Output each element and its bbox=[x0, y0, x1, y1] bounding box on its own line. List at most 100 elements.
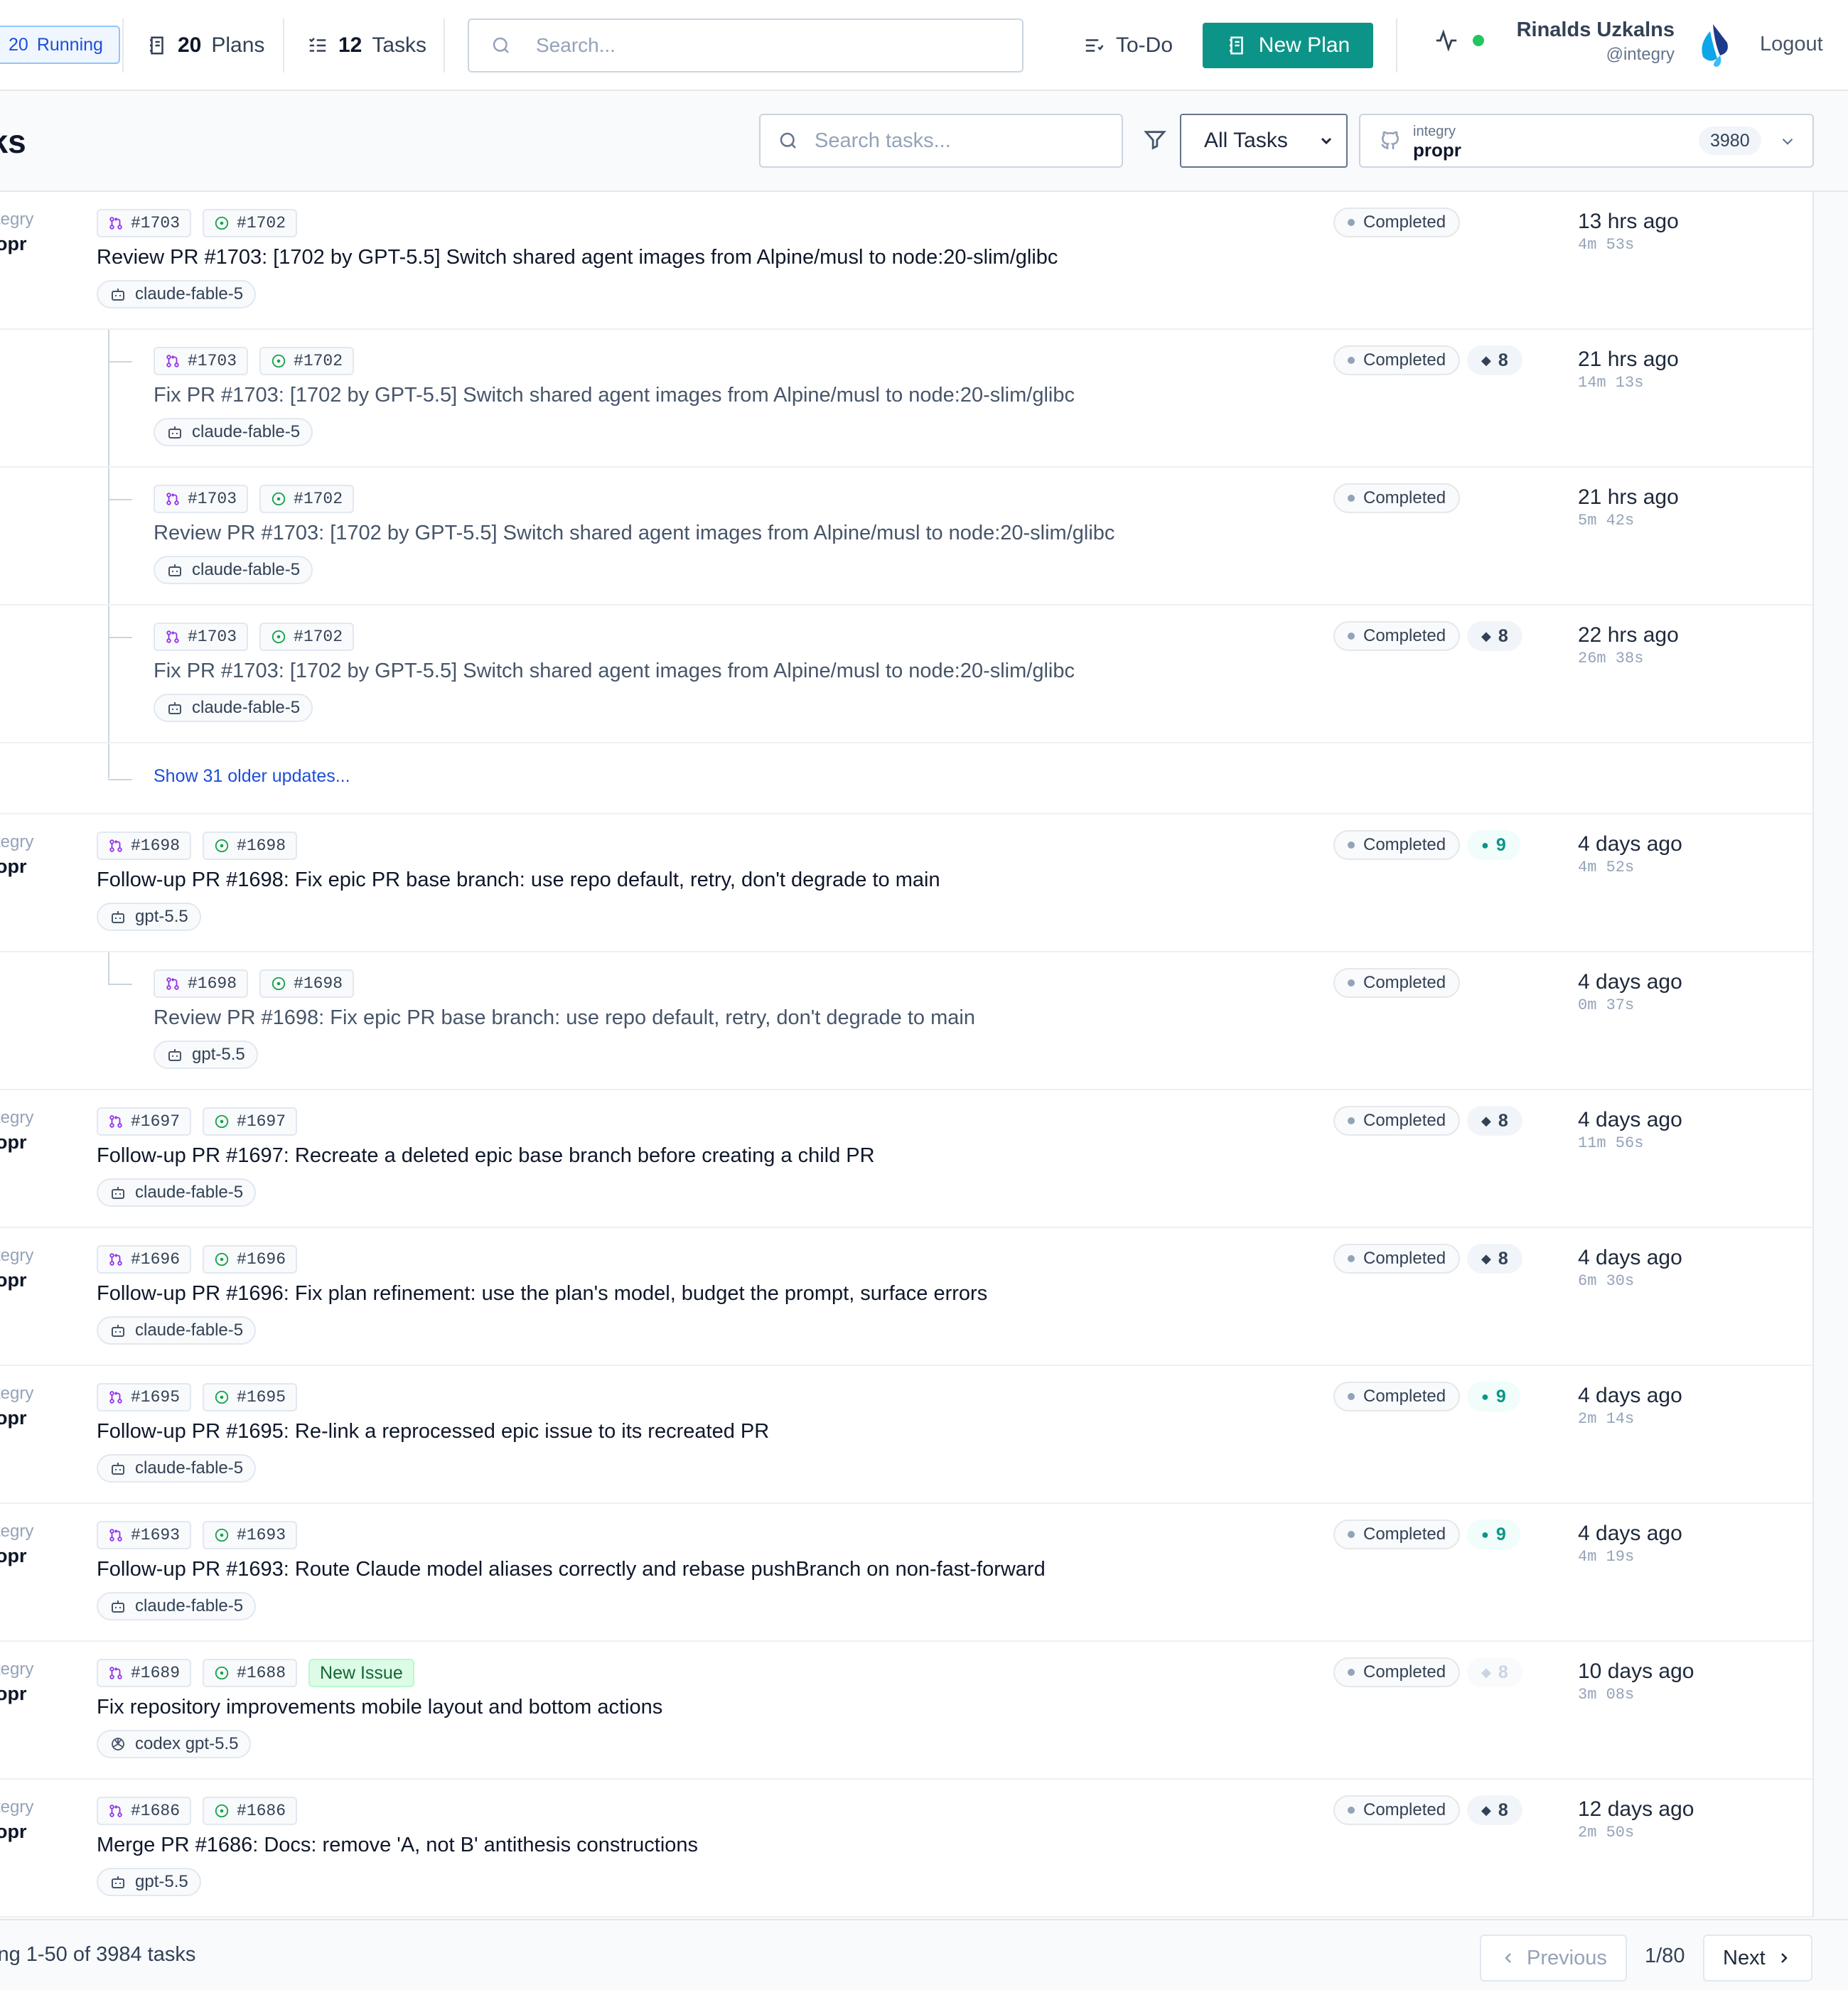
task-row[interactable]: tegry opr #1703 #1702 Review PR #1703: [1702… bbox=[0, 192, 1812, 330]
status-label: Completed bbox=[1363, 350, 1446, 370]
task-row[interactable]: tegry opr #1693 #1693 Follow-up PR #1693: Ro… bbox=[0, 1504, 1812, 1642]
model-name: gpt-5.5 bbox=[192, 1045, 245, 1064]
global-search[interactable] bbox=[468, 18, 1024, 72]
tasks-list-icon bbox=[307, 35, 328, 56]
robot-icon bbox=[109, 1184, 127, 1201]
pr-link-tag[interactable]: #1689 bbox=[97, 1659, 192, 1687]
model-badge: claude-fable-5 bbox=[154, 418, 313, 446]
pr-link-tag[interactable]: #1698 bbox=[154, 969, 249, 998]
task-time: 4 days ago 4m 52s bbox=[1578, 830, 1720, 876]
task-repo: tegry opr bbox=[0, 1657, 33, 1706]
score-diamond-icon: ◆ bbox=[1481, 1802, 1491, 1817]
task-filter-select[interactable]: All Tasks bbox=[1180, 114, 1348, 168]
next-page-button[interactable]: Next bbox=[1703, 1935, 1812, 1981]
plans-icon bbox=[146, 35, 168, 56]
time-ago: 10 days ago bbox=[1578, 1660, 1694, 1683]
user-info[interactable]: Rinalds Uzkalns @integry bbox=[1514, 18, 1675, 65]
task-row[interactable]: tegry opr #1698 #1698 Follow-up PR #1698: Fi… bbox=[0, 814, 1812, 952]
task-repo: tegry opr bbox=[0, 830, 33, 878]
task-title[interactable]: Fix PR #1703: [1702 by GPT-5.5] Switch s… bbox=[154, 384, 1075, 407]
task-title[interactable]: Follow-up PR #1695: Re-link a reprocesse… bbox=[97, 1420, 769, 1443]
pr-link-tag[interactable]: #1703 bbox=[154, 485, 249, 513]
activity-status[interactable] bbox=[1434, 28, 1484, 53]
new-plan-button[interactable]: New Plan bbox=[1203, 23, 1373, 68]
task-repo-name: opr bbox=[0, 856, 27, 877]
running-badge[interactable]: 20 Running bbox=[0, 26, 120, 64]
task-tags: #1703 #1702 bbox=[97, 209, 298, 237]
issue-link-tag[interactable]: #1698 bbox=[259, 969, 355, 998]
activity-icon bbox=[1434, 28, 1458, 53]
model-name: claude-fable-5 bbox=[192, 422, 301, 441]
previous-page-button[interactable]: Previous bbox=[1480, 1935, 1627, 1981]
task-title[interactable]: Fix PR #1703: [1702 by GPT-5.5] Switch s… bbox=[154, 660, 1075, 683]
issue-link-tag[interactable]: #1702 bbox=[203, 209, 298, 237]
issue-link-tag[interactable]: #1693 bbox=[203, 1521, 298, 1549]
robot-icon bbox=[109, 1873, 127, 1890]
issue-link-tag[interactable]: #1698 bbox=[203, 832, 298, 860]
issue-link-tag[interactable]: #1702 bbox=[259, 485, 355, 513]
pr-link-tag[interactable]: #1703 bbox=[154, 347, 249, 375]
issue-number: #1696 bbox=[237, 1250, 286, 1269]
status-dot bbox=[1348, 1117, 1355, 1124]
task-row[interactable]: tegry opr #1697 #1697 Follow-up PR #1697: Re… bbox=[0, 1090, 1812, 1228]
model-badge: gpt-5.5 bbox=[154, 1040, 258, 1069]
global-search-input[interactable] bbox=[536, 34, 962, 57]
logout-button[interactable]: Logout bbox=[1760, 33, 1823, 56]
pr-link-tag[interactable]: #1695 bbox=[97, 1383, 192, 1411]
task-row[interactable]: tegry opr #1686 #1686 Merge PR #1686: Docs: … bbox=[0, 1780, 1812, 1918]
task-title[interactable]: Review PR #1703: [1702 by GPT-5.5] Switc… bbox=[97, 246, 1058, 269]
tree-branch bbox=[108, 499, 132, 500]
subtask-row[interactable]: #1698 #1698 Review PR #1698: Fix epic PR b… bbox=[0, 952, 1812, 1090]
issue-link-tag[interactable]: #1686 bbox=[203, 1797, 298, 1825]
repo-selector[interactable]: integry propr 3980 bbox=[1359, 114, 1814, 168]
status-dot bbox=[1348, 841, 1355, 849]
issue-link-tag[interactable]: #1696 bbox=[203, 1245, 298, 1274]
pr-number: #1686 bbox=[131, 1802, 181, 1820]
pr-link-tag[interactable]: #1703 bbox=[97, 209, 192, 237]
pr-link-tag[interactable]: #1696 bbox=[97, 1245, 192, 1274]
task-row[interactable]: tegry opr #1689 #1688 New Issue Fix repositor… bbox=[0, 1642, 1812, 1780]
pr-link-tag[interactable]: #1693 bbox=[97, 1521, 192, 1549]
task-row[interactable]: tegry opr #1695 #1695 Follow-up PR #1695: Re… bbox=[0, 1366, 1812, 1504]
issue-link-tag[interactable]: #1697 bbox=[203, 1107, 298, 1136]
task-search-input[interactable] bbox=[815, 129, 1113, 153]
issue-link-tag[interactable]: #1695 bbox=[203, 1383, 298, 1411]
model-name: claude-fable-5 bbox=[135, 284, 244, 303]
task-title[interactable]: Fix repository improvements mobile layou… bbox=[97, 1696, 662, 1719]
page-toolbar: sks All Tasks integry propr 3980 bbox=[0, 91, 1848, 192]
divider bbox=[122, 18, 124, 72]
task-title[interactable]: Follow-up PR #1698: Fix epic PR base bra… bbox=[97, 868, 940, 892]
subtask-row[interactable]: #1703 #1702 Fix PR #1703: [1702 by GPT-5.5… bbox=[0, 330, 1812, 468]
task-search[interactable] bbox=[759, 114, 1123, 168]
nav-tasks[interactable]: 12 Tasks bbox=[307, 24, 426, 67]
task-row[interactable]: tegry opr #1696 #1696 Follow-up PR #1696: Fi… bbox=[0, 1228, 1812, 1366]
issue-icon bbox=[214, 1114, 230, 1129]
avatar[interactable] bbox=[1689, 21, 1737, 70]
subtask-row[interactable]: #1703 #1702 Review PR #1703: [1702 by GPT-… bbox=[0, 468, 1812, 606]
subtask-row[interactable]: #1703 #1702 Fix PR #1703: [1702 by GPT-5.5… bbox=[0, 606, 1812, 743]
status-badge: Completed bbox=[1333, 1795, 1461, 1825]
pr-link-tag[interactable]: #1703 bbox=[154, 623, 249, 651]
status-badge: Completed bbox=[1333, 1244, 1461, 1274]
task-title[interactable]: Follow-up PR #1693: Route Claude model a… bbox=[97, 1558, 1046, 1581]
pr-link-tag[interactable]: #1686 bbox=[97, 1797, 192, 1825]
task-title[interactable]: Follow-up PR #1697: Recreate a deleted e… bbox=[97, 1144, 875, 1168]
task-title[interactable]: Review PR #1703: [1702 by GPT-5.5] Switc… bbox=[154, 522, 1114, 545]
task-time: 22 hrs ago 26m 38s bbox=[1578, 621, 1720, 667]
nav-plans[interactable]: 20 Plans bbox=[146, 24, 264, 67]
issue-link-tag[interactable]: #1702 bbox=[259, 623, 355, 651]
pr-link-tag[interactable]: #1698 bbox=[97, 832, 192, 860]
task-duration: 2m 14s bbox=[1578, 1410, 1635, 1428]
filter-icon[interactable] bbox=[1143, 128, 1167, 152]
pull-request-icon bbox=[165, 353, 181, 369]
pr-link-tag[interactable]: #1697 bbox=[97, 1107, 192, 1136]
task-title[interactable]: Follow-up PR #1696: Fix plan refinement:… bbox=[97, 1282, 987, 1306]
task-title[interactable]: Merge PR #1686: Docs: remove 'A, not B' … bbox=[97, 1834, 698, 1857]
issue-link-tag[interactable]: #1688 bbox=[203, 1659, 298, 1687]
issue-icon bbox=[214, 1389, 230, 1405]
task-title[interactable]: Review PR #1698: Fix epic PR base branch… bbox=[154, 1006, 975, 1030]
todo-button[interactable]: To-Do bbox=[1083, 24, 1173, 67]
show-older-updates-link[interactable]: Show 31 older updates... bbox=[154, 766, 350, 787]
issue-link-tag[interactable]: #1702 bbox=[259, 347, 355, 375]
score-badge: ◆ 8 bbox=[1467, 1795, 1522, 1825]
